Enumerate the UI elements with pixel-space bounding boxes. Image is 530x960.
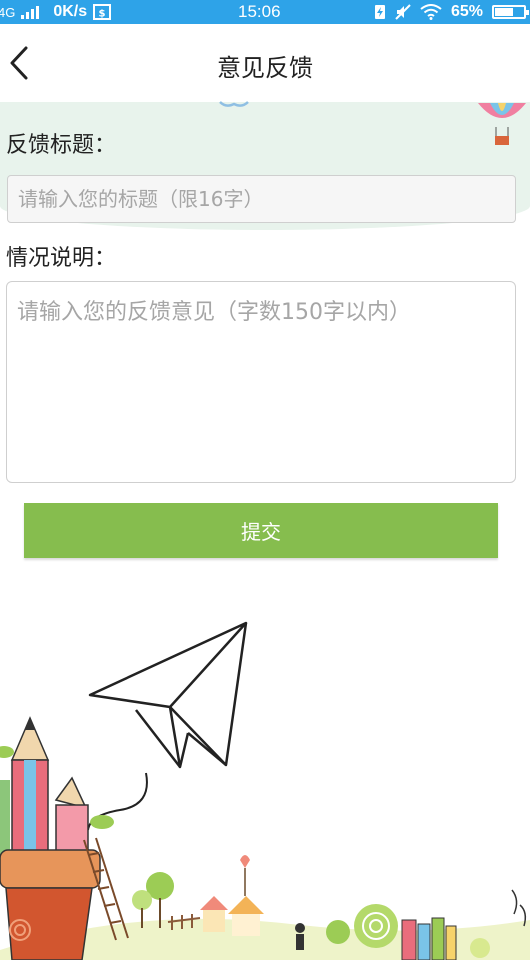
charging-icon bbox=[374, 5, 385, 19]
status-right: 65% bbox=[374, 0, 529, 24]
submit-button[interactable]: 提交 bbox=[24, 503, 498, 558]
description-label: 情况说明： bbox=[6, 246, 117, 271]
swirl-tree-icon bbox=[326, 904, 398, 948]
houses-icon bbox=[200, 855, 264, 936]
mute-icon bbox=[395, 4, 411, 20]
svg-text:$: $ bbox=[99, 9, 106, 20]
status-bar: 4G 0K/s $ 15:06 65% bbox=[0, 0, 530, 24]
title-input[interactable] bbox=[7, 175, 516, 223]
sim-icon: $ bbox=[93, 4, 112, 20]
hot-air-balloon-icon bbox=[478, 103, 526, 145]
flower-pot-icon bbox=[0, 849, 101, 960]
status-left: 4G 0K/s $ bbox=[0, 0, 112, 24]
wifi-icon bbox=[420, 4, 442, 20]
title-label: 反馈标题： bbox=[6, 133, 117, 158]
description-textarea[interactable] bbox=[6, 281, 516, 483]
battery-percent: 65% bbox=[450, 3, 483, 20]
cloud-icon bbox=[219, 101, 249, 107]
tree-icon bbox=[132, 872, 174, 928]
clock: 15:06 bbox=[238, 2, 281, 21]
network-speed: 0K/s bbox=[53, 3, 88, 20]
books-icon bbox=[401, 917, 457, 960]
title-bar: 意见反馈 bbox=[0, 24, 530, 102]
network-type: 4G bbox=[0, 4, 16, 20]
signal-icon bbox=[21, 5, 40, 19]
page-title: 意见反馈 bbox=[217, 54, 313, 82]
battery-icon bbox=[492, 5, 529, 19]
sprout-icon bbox=[511, 889, 527, 927]
pencils-icon bbox=[0, 716, 89, 871]
bottom-scenery-illustration bbox=[0, 716, 530, 960]
person-icon bbox=[295, 923, 305, 950]
